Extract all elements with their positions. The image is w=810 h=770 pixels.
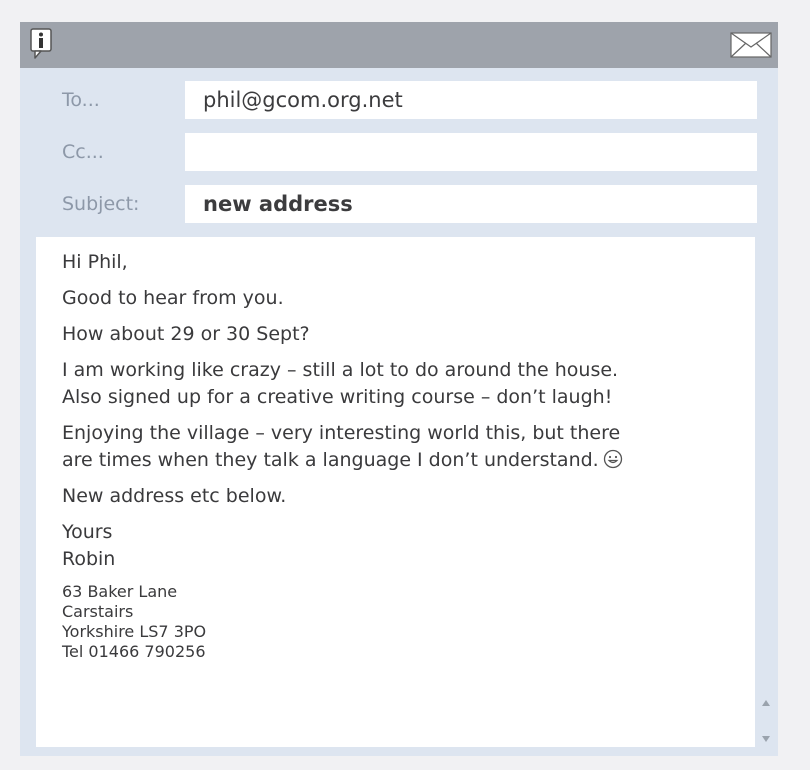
address-block: 63 Baker Lane Carstairs Yorkshire LS7 3P…	[62, 582, 712, 662]
scroll-down-icon[interactable]	[760, 730, 772, 742]
address-line: 63 Baker Lane	[62, 582, 178, 601]
message-text: Hi Phil, Good to hear from you. How abou…	[62, 249, 712, 662]
paragraph: New address etc below.	[62, 485, 287, 507]
address-line: Yorkshire LS7 3PO	[62, 622, 207, 641]
paragraph-text: Enjoying the village – very interesting …	[62, 422, 621, 471]
smiley-icon	[603, 449, 623, 469]
to-row: To... phil@gcom.org.net	[20, 81, 778, 119]
subject-row: Subject: new address	[20, 185, 778, 223]
info-icon[interactable]	[30, 28, 52, 60]
cc-label[interactable]: Cc...	[62, 133, 104, 171]
address-line: Carstairs	[62, 602, 134, 621]
greeting: Hi Phil,	[62, 251, 128, 273]
subject-label: Subject:	[62, 193, 140, 215]
scroll-up-icon[interactable]	[760, 694, 772, 706]
title-bar	[20, 22, 778, 68]
email-window: To... phil@gcom.org.net Cc... Subject: n…	[20, 22, 778, 756]
paragraph: I am working like crazy – still a lot to…	[62, 359, 619, 408]
cc-field[interactable]	[185, 133, 757, 171]
phone-line: Tel 01466 790256	[62, 642, 206, 661]
paragraph: Good to hear from you.	[62, 287, 284, 309]
sign-off: Yours Robin	[62, 521, 116, 570]
paragraph: How about 29 or 30 Sept?	[62, 323, 310, 345]
to-field[interactable]: phil@gcom.org.net	[185, 81, 757, 119]
to-label[interactable]: To...	[62, 81, 100, 119]
message-body[interactable]: Hi Phil, Good to hear from you. How abou…	[36, 237, 755, 747]
envelope-icon[interactable]	[730, 32, 772, 58]
cc-row: Cc...	[20, 133, 778, 171]
subject-field[interactable]: new address	[185, 185, 757, 223]
paragraph-with-emoticon: Enjoying the village – very interesting …	[62, 420, 712, 474]
